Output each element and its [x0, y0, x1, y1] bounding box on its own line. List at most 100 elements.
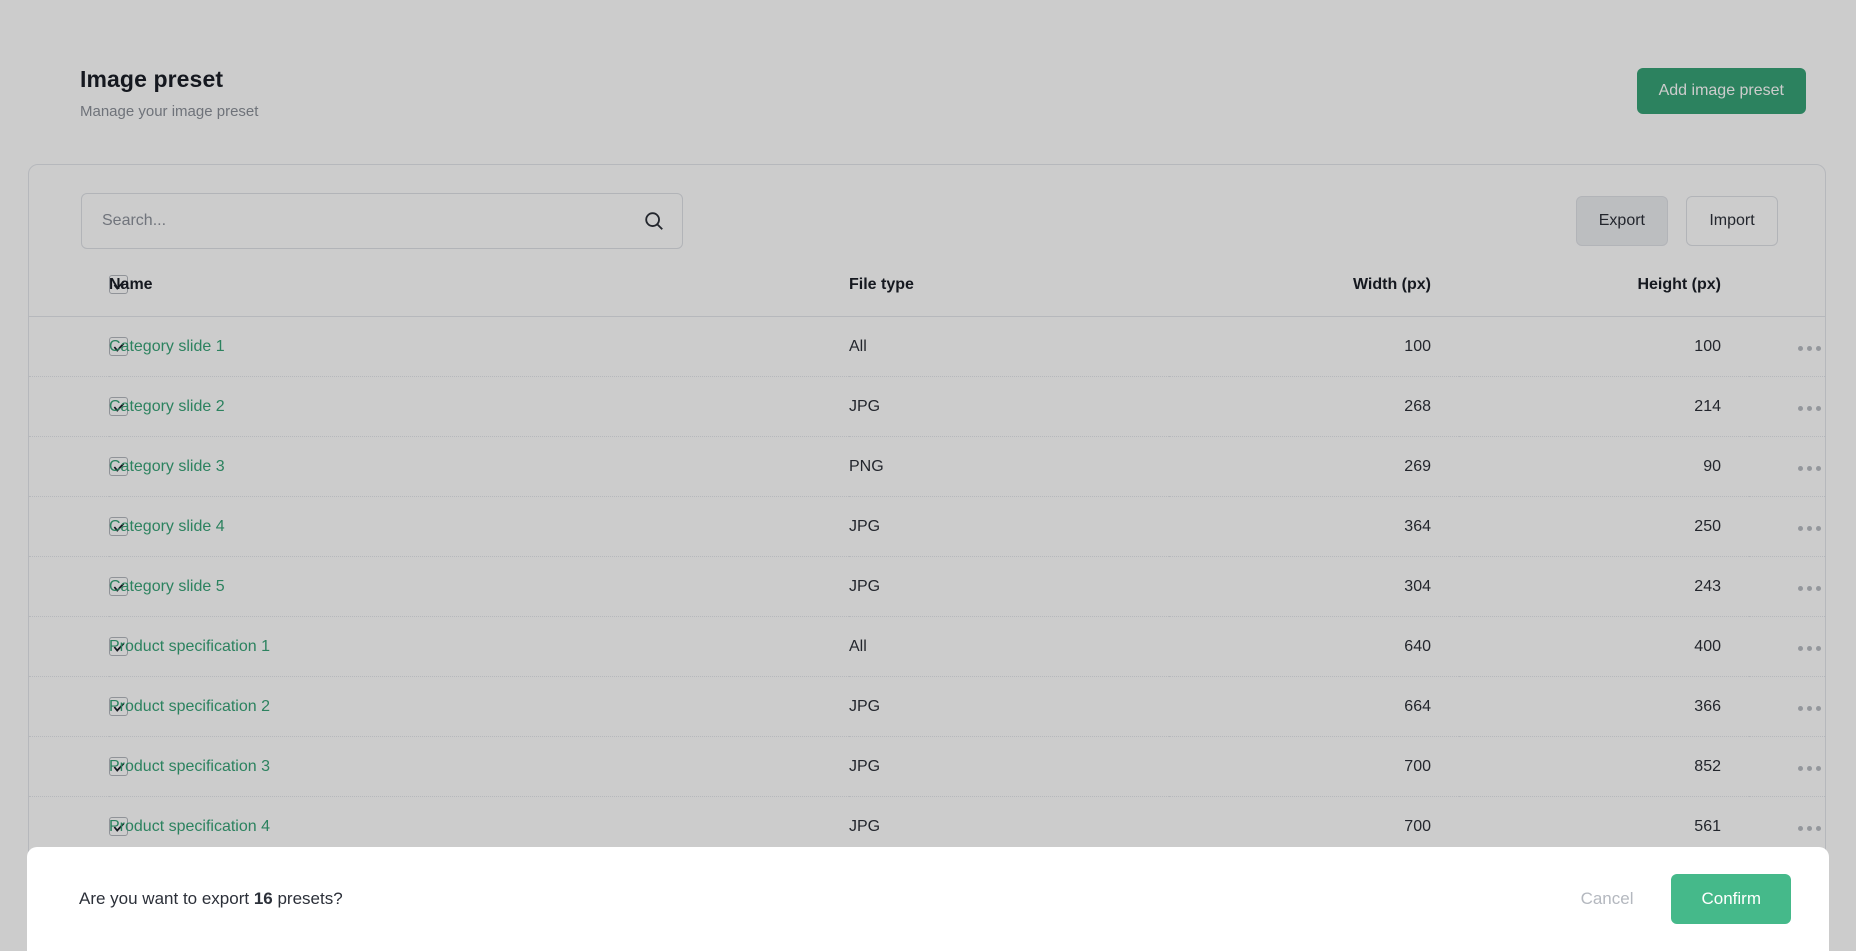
preset-name-link[interactable]: Product specification 3	[109, 758, 270, 775]
table-row[interactable]: Product specification 1 All640400	[29, 617, 1826, 677]
cell-name: Product specification 1	[109, 617, 849, 677]
export-button[interactable]: Export	[1576, 196, 1668, 246]
toolbar-actions: Export Import	[1576, 196, 1780, 246]
table-row[interactable]: Category slide 2 JPG268214	[29, 377, 1826, 437]
page-header: Image preset Manage your image preset Ad…	[0, 0, 1856, 160]
cell-file-type: JPG	[849, 377, 1169, 437]
ellipsis-icon[interactable]	[1798, 406, 1821, 411]
cell-width: 100	[1169, 317, 1459, 377]
import-button[interactable]: Import	[1686, 196, 1778, 246]
table-row[interactable]: Category slide 4 JPG364250	[29, 497, 1826, 557]
cell-height: 214	[1459, 377, 1749, 437]
cell-name: Product specification 2	[109, 677, 849, 737]
preset-card: Export Import Name File type Width (px) …	[28, 164, 1826, 951]
cell-file-type: PNG	[849, 437, 1169, 497]
ellipsis-icon[interactable]	[1798, 586, 1821, 591]
add-image-preset-button[interactable]: Add image preset	[1637, 68, 1806, 114]
cell-height: 250	[1459, 497, 1749, 557]
cell-file-type: JPG	[849, 497, 1169, 557]
cell-height: 100	[1459, 317, 1749, 377]
cell-height: 243	[1459, 557, 1749, 617]
cell-file-type: JPG	[849, 737, 1169, 797]
table-row[interactable]: Category slide 1All100100	[29, 317, 1826, 377]
table-body: Category slide 1All100100Category slide …	[29, 317, 1826, 857]
confirm-actions: Cancel Confirm	[1571, 874, 1791, 924]
preset-name-link[interactable]: Category slide 5	[109, 578, 225, 595]
preset-table: Name File type Width (px) Height (px) Ca…	[29, 275, 1826, 857]
page-subtitle: Manage your image preset	[80, 103, 258, 120]
search-field-wrapper	[81, 193, 683, 249]
column-header-actions	[1749, 275, 1826, 317]
cell-actions	[1749, 557, 1826, 617]
row-select-cell	[29, 317, 109, 377]
cell-actions	[1749, 317, 1826, 377]
cell-file-type: JPG	[849, 557, 1169, 617]
cell-name: Category slide 5	[109, 557, 849, 617]
preset-name-link[interactable]: Category slide 2	[109, 398, 225, 415]
preset-name-link[interactable]: Product specification 1	[109, 638, 270, 655]
cell-name: Category slide 4	[109, 497, 849, 557]
row-select-cell	[29, 437, 109, 497]
column-header-width[interactable]: Width (px)	[1169, 275, 1459, 317]
cell-width: 304	[1169, 557, 1459, 617]
preset-name-link[interactable]: Product specification 2	[109, 698, 270, 715]
column-header-name[interactable]: Name	[109, 275, 849, 317]
preset-name-link[interactable]: Product specification 4	[109, 818, 270, 835]
table-row[interactable]: Category slide 5 JPG304243	[29, 557, 1826, 617]
cell-name: Category slide 3	[109, 437, 849, 497]
page-title: Image preset	[80, 66, 258, 93]
cell-name: Category slide 1	[109, 317, 849, 377]
card-toolbar: Export Import	[29, 165, 1825, 249]
cell-height: 400	[1459, 617, 1749, 677]
cell-width: 700	[1169, 737, 1459, 797]
ellipsis-icon[interactable]	[1798, 766, 1821, 771]
ellipsis-icon[interactable]	[1798, 526, 1821, 531]
row-select-cell	[29, 677, 109, 737]
ellipsis-icon[interactable]	[1798, 826, 1821, 831]
ellipsis-icon[interactable]	[1798, 346, 1821, 351]
cell-width: 364	[1169, 497, 1459, 557]
row-select-cell	[29, 617, 109, 677]
confirm-preset-count: 16	[254, 889, 273, 908]
cell-file-type: JPG	[849, 677, 1169, 737]
cell-actions	[1749, 617, 1826, 677]
confirm-button[interactable]: Confirm	[1671, 874, 1791, 924]
cell-name: Category slide 2	[109, 377, 849, 437]
preset-name-link[interactable]: Category slide 1	[109, 338, 225, 355]
cell-height: 366	[1459, 677, 1749, 737]
preset-name-link[interactable]: Category slide 3	[109, 458, 225, 475]
confirm-message-suffix: presets?	[273, 889, 343, 908]
cancel-button[interactable]: Cancel	[1571, 881, 1644, 917]
table-row[interactable]: Product specification 3 JPG700852	[29, 737, 1826, 797]
search-input[interactable]	[81, 193, 683, 249]
column-header-height[interactable]: Height (px)	[1459, 275, 1749, 317]
cell-actions	[1749, 677, 1826, 737]
confirm-message: Are you want to export 16 presets?	[79, 889, 343, 909]
select-all-cell	[29, 275, 109, 317]
row-select-cell	[29, 377, 109, 437]
column-header-file-type[interactable]: File type	[849, 275, 1169, 317]
cell-actions	[1749, 737, 1826, 797]
cell-file-type: All	[849, 617, 1169, 677]
preset-name-link[interactable]: Category slide 4	[109, 518, 225, 535]
cell-name: Product specification 3	[109, 737, 849, 797]
ellipsis-icon[interactable]	[1798, 706, 1821, 711]
cell-actions	[1749, 437, 1826, 497]
row-select-cell	[29, 737, 109, 797]
page-root: Image preset Manage your image preset Ad…	[0, 0, 1856, 951]
ellipsis-icon[interactable]	[1798, 466, 1821, 471]
table-header-row: Name File type Width (px) Height (px)	[29, 275, 1826, 317]
table-row[interactable]: Product specification 2 JPG664366	[29, 677, 1826, 737]
cell-actions	[1749, 497, 1826, 557]
cell-actions	[1749, 377, 1826, 437]
cell-file-type: All	[849, 317, 1169, 377]
ellipsis-icon[interactable]	[1798, 646, 1821, 651]
cell-height: 852	[1459, 737, 1749, 797]
cell-width: 640	[1169, 617, 1459, 677]
cell-width: 664	[1169, 677, 1459, 737]
cell-width: 268	[1169, 377, 1459, 437]
cell-width: 269	[1169, 437, 1459, 497]
table-row[interactable]: Category slide 3 PNG26990	[29, 437, 1826, 497]
cell-height: 90	[1459, 437, 1749, 497]
title-block: Image preset Manage your image preset	[80, 58, 258, 120]
